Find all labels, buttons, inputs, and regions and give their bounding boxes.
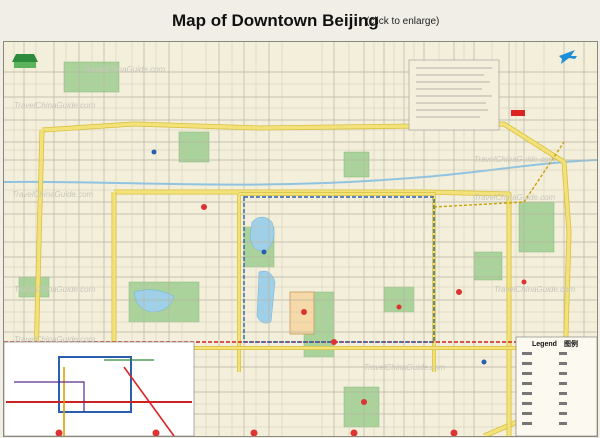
watermark: TravelChinaGuide.com xyxy=(14,285,96,294)
watermark: TravelChinaGuide.com xyxy=(474,193,556,202)
legend-title: Legend xyxy=(532,341,557,348)
page-header: Map of Downtown Beijing (click to enlarg… xyxy=(0,0,600,38)
landmark-dot xyxy=(331,339,337,345)
road-marker xyxy=(511,110,525,116)
landmark-dot xyxy=(481,359,487,365)
watermark: TravelChinaGuide.com xyxy=(84,65,166,74)
page-title: Map of Downtown Beijing xyxy=(172,11,379,30)
route-info-panel xyxy=(408,59,500,131)
landmark-dot xyxy=(301,309,307,315)
beijing-map[interactable]: TravelChinaGuide.com TravelChinaGuide.co… xyxy=(4,42,597,436)
landmark-dot xyxy=(361,399,367,405)
park-area xyxy=(473,251,503,281)
enlarge-link[interactable]: (click to enlarge) xyxy=(366,16,439,27)
landmark-dot xyxy=(151,149,157,155)
landmark-dot xyxy=(261,249,267,255)
watermark: TravelChinaGuide.com xyxy=(14,101,96,110)
map-image-link[interactable]: TravelChinaGuide.com TravelChinaGuide.co… xyxy=(3,41,598,437)
legend-icon: Legend 图例 xyxy=(515,336,597,436)
landmark-dot xyxy=(456,289,462,295)
logo-icon xyxy=(12,54,38,68)
zoo-park xyxy=(178,131,210,163)
shichahai-lake xyxy=(249,216,275,251)
subway-map-icon xyxy=(4,341,195,436)
watermark: TravelChinaGuide.com xyxy=(12,190,94,199)
landmark-dot xyxy=(521,279,527,285)
watermark: TravelChinaGuide.com xyxy=(494,285,576,294)
park-area xyxy=(343,151,370,178)
watermark: TravelChinaGuide.com xyxy=(364,363,446,372)
landmark-dot xyxy=(396,304,402,310)
legend-title-cn: 图例 xyxy=(564,339,578,348)
landmark-dot xyxy=(201,204,207,210)
watermark: TravelChinaGuide.com xyxy=(474,155,556,164)
temple-of-heaven-park xyxy=(343,386,380,428)
